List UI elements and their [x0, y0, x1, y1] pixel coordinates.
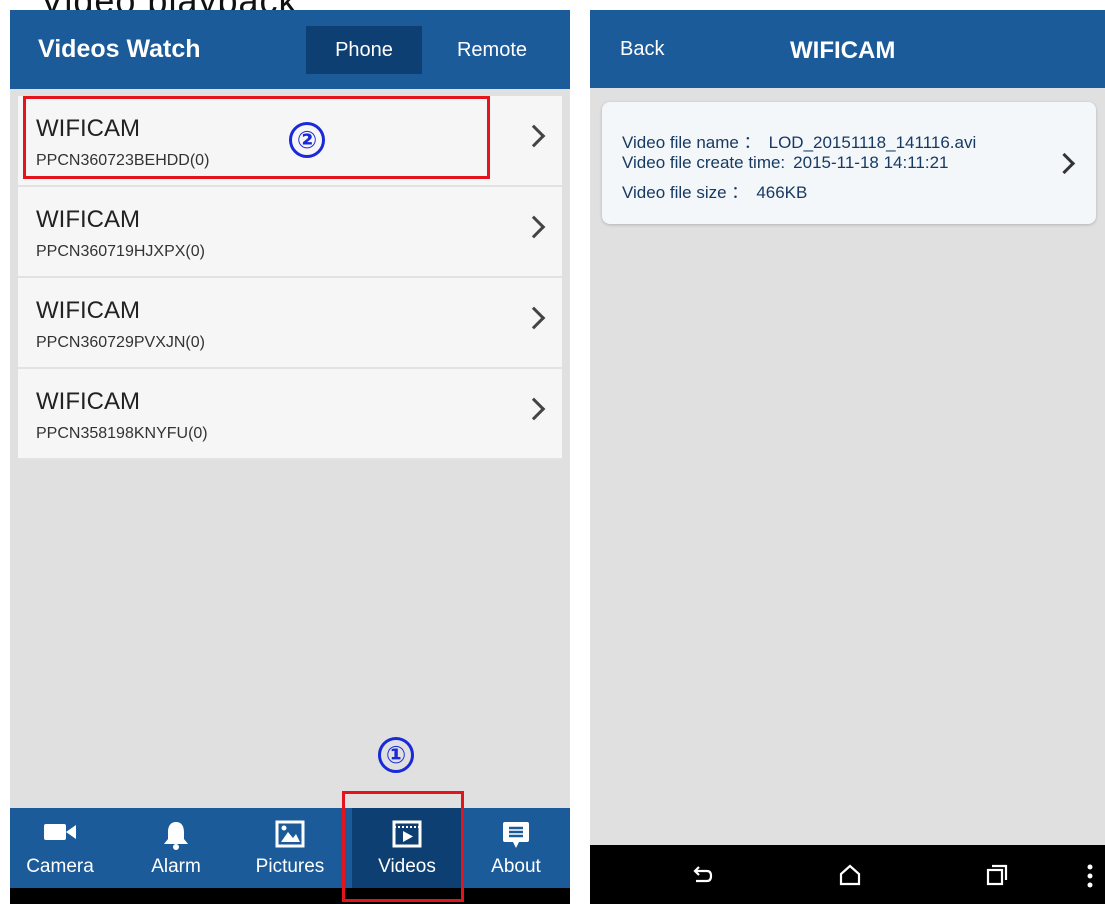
annotation-step-1: ① — [378, 737, 414, 773]
video-time-row: Video file create time: 2015-11-18 14:11:… — [622, 153, 949, 173]
app-header: Videos Watch Phone Remote — [10, 10, 570, 89]
device-name: WIFICAM — [36, 297, 140, 324]
video-list-screen: Back WIFICAM Video file name ： LOD_201511… — [590, 10, 1105, 904]
more-options-icon[interactable] — [1086, 863, 1094, 889]
page-title: WIFICAM — [790, 37, 896, 64]
tab-camera[interactable]: Camera — [10, 808, 110, 888]
tab-label: Camera — [26, 856, 94, 877]
system-bar-strip — [10, 888, 570, 904]
tab-about[interactable]: About — [466, 808, 566, 888]
chevron-right-icon — [522, 397, 546, 421]
tab-label: Alarm — [151, 856, 201, 877]
chevron-right-icon — [522, 306, 546, 330]
message-icon — [503, 822, 529, 848]
video-name-value: LOD_20151118_141116.avi — [768, 133, 977, 152]
page-title: Videos Watch — [38, 35, 201, 63]
tab-pictures[interactable]: Pictures — [240, 808, 340, 888]
back-nav-icon[interactable] — [690, 863, 714, 887]
annotation-box-videos — [342, 791, 464, 902]
back-button[interactable]: Back — [620, 38, 664, 61]
tab-remote[interactable]: Remote — [434, 26, 550, 74]
app-header: Back WIFICAM — [590, 10, 1105, 88]
bottom-tab-bar: Camera Alarm Pictures Videos About — [10, 808, 570, 888]
device-list-item[interactable]: WIFICAM PPCN358198KNYFU(0) — [18, 369, 562, 460]
chevron-right-icon — [522, 124, 546, 148]
recents-nav-icon[interactable] — [985, 863, 1009, 887]
video-time-value: 2015-11-18 14:11:21 — [793, 153, 949, 172]
tab-phone[interactable]: Phone — [306, 26, 422, 74]
annotation-box-device — [23, 96, 490, 179]
device-name: WIFICAM — [36, 388, 140, 415]
picture-icon — [275, 820, 305, 848]
device-serial: PPCN360729PVXJN(0) — [36, 334, 205, 351]
device-serial: PPCN358198KNYFU(0) — [36, 425, 208, 442]
android-nav-bar — [590, 845, 1105, 904]
chevron-right-icon — [522, 215, 546, 239]
video-size-row: Video file size ： 466KB — [622, 178, 807, 203]
video-name-row: Video file name ： LOD_20151118_141116.avi — [622, 128, 976, 153]
tab-label: About — [491, 856, 541, 877]
chevron-right-icon — [1053, 152, 1076, 175]
device-list-item[interactable]: WIFICAM PPCN360719HJXPX(0) — [18, 187, 562, 278]
device-name: WIFICAM — [36, 206, 140, 233]
annotation-step-2: ② — [289, 122, 325, 158]
video-camera-icon — [44, 824, 76, 840]
video-size-label: Video file size ： — [622, 183, 749, 202]
video-time-label: Video file create time: — [622, 153, 786, 172]
tab-alarm[interactable]: Alarm — [126, 808, 226, 888]
tab-label: Pictures — [255, 856, 325, 877]
video-size-value: 466KB — [756, 183, 808, 202]
bell-icon — [164, 822, 188, 850]
device-list-item[interactable]: WIFICAM PPCN360729PVXJN(0) — [18, 278, 562, 369]
home-nav-icon[interactable] — [838, 863, 862, 887]
device-serial: PPCN360719HJXPX(0) — [36, 243, 205, 260]
video-name-label: Video file name ： — [622, 133, 761, 152]
video-file-card[interactable]: Video file name ： LOD_20151118_141116.avi… — [602, 102, 1096, 224]
